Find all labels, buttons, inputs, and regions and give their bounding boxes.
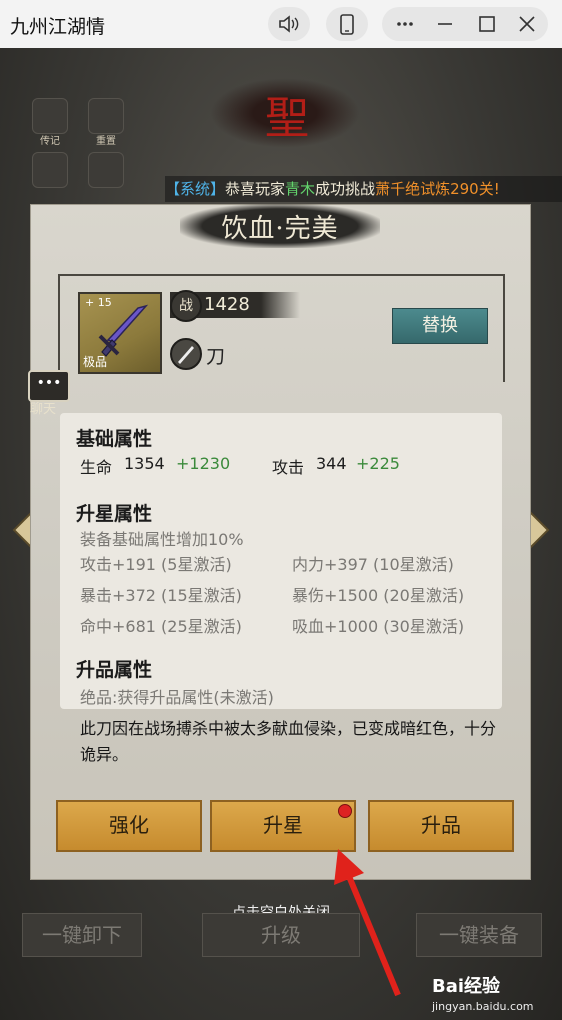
weapon-type: 刀 bbox=[206, 346, 226, 368]
battle-power-icon: 战 bbox=[170, 290, 202, 322]
phone-icon bbox=[340, 14, 354, 35]
star-row-2-left: 暴击+372 (15星激活) bbox=[80, 586, 242, 605]
atk-bonus: +225 bbox=[356, 454, 400, 473]
speaker-button[interactable] bbox=[268, 7, 310, 41]
annotation-arrow-icon bbox=[334, 849, 401, 997]
speaker-icon bbox=[279, 15, 299, 33]
equipment-panel: 饮血·完美 + 15 极品 战 1428 刀 替换 基础属性 生命 1354 +… bbox=[30, 204, 531, 880]
replace-button[interactable]: 替换 bbox=[392, 308, 488, 344]
maximize-icon[interactable] bbox=[470, 7, 504, 41]
star-row-3-left: 命中+681 (25星激活) bbox=[80, 617, 242, 636]
equip-all-button[interactable]: 一键装备 bbox=[416, 913, 542, 957]
reset-label: 重置 bbox=[96, 136, 116, 147]
close-icon[interactable] bbox=[510, 7, 544, 41]
more-icon[interactable] bbox=[388, 7, 422, 41]
watermark-url: jingyan.baidu.com bbox=[432, 1000, 534, 1013]
unequip-all-button[interactable]: 一键卸下 bbox=[22, 913, 142, 957]
seal-char: 聖 bbox=[265, 93, 309, 144]
star-up-label: 升星 bbox=[263, 813, 303, 837]
phone-mode-button[interactable] bbox=[326, 7, 368, 41]
star-row-3-right: 吸血+1000 (30星激活) bbox=[292, 617, 465, 636]
blade-type-icon bbox=[170, 338, 202, 370]
ticker-player: 青木 bbox=[285, 180, 316, 198]
battle-power-value: 1428 bbox=[204, 294, 250, 315]
ticker-text-2: 成功挑战 bbox=[315, 180, 376, 198]
hp-bonus: +1230 bbox=[176, 454, 231, 473]
hp-label: 生命 bbox=[80, 458, 113, 477]
weapon-slot[interactable]: + 15 极品 bbox=[78, 292, 162, 374]
item-grade: 极品 bbox=[83, 355, 108, 369]
ticker-highlight: 萧千绝试炼290关! bbox=[375, 180, 500, 198]
enhance-button[interactable]: 强化 bbox=[56, 800, 202, 852]
star-row-1-left: 攻击+191 (5星激活) bbox=[80, 555, 232, 574]
panel-title: 饮血·完美 bbox=[221, 214, 339, 244]
atk-label: 攻击 bbox=[272, 458, 305, 477]
window-titlebar: 九州江湖情 bbox=[0, 0, 562, 49]
window-controls bbox=[382, 7, 548, 41]
star-attr-heading: 升星属性 bbox=[76, 503, 153, 525]
system-ticker: 【系统】恭喜玩家青木成功挑战萧千绝试炼290关! bbox=[165, 176, 562, 202]
watermark-brand: Bai经验 bbox=[432, 976, 501, 997]
notification-dot bbox=[338, 804, 352, 818]
window-title: 九州江湖情 bbox=[10, 16, 106, 38]
reset-icon[interactable]: 重置 bbox=[88, 98, 124, 147]
star-note: 装备基础属性增加10% bbox=[80, 530, 244, 549]
base-attr-heading: 基础属性 bbox=[76, 428, 153, 450]
biography-icon[interactable]: 传记 bbox=[32, 98, 68, 147]
title-seal: 聖 bbox=[210, 78, 360, 148]
biography-label: 传记 bbox=[40, 136, 60, 147]
chat-label: 聊天 bbox=[30, 402, 57, 417]
grade-attr-heading: 升品属性 bbox=[76, 659, 153, 681]
hp-value: 1354 bbox=[124, 454, 165, 473]
blade-icon bbox=[178, 346, 194, 364]
menu-icon-3[interactable] bbox=[32, 152, 68, 188]
menu-icon-4[interactable] bbox=[88, 152, 124, 188]
ticker-tag: 【系统】 bbox=[165, 180, 226, 198]
grade-note: 绝品:获得升品属性(未激活) bbox=[80, 688, 274, 707]
chat-bubble-dots: ••• bbox=[36, 375, 62, 391]
ticker-text-1: 恭喜玩家 bbox=[225, 180, 286, 198]
item-description: 此刀因在战场搏杀中被太多献血侵染，已变成暗红色，十分诡异。 bbox=[80, 719, 497, 764]
item-enhance-level: + 15 bbox=[85, 296, 112, 309]
star-row-2-right: 暴伤+1500 (20星激活) bbox=[292, 586, 465, 605]
minimize-icon[interactable] bbox=[428, 7, 462, 41]
star-row-1-right: 内力+397 (10星激活) bbox=[292, 555, 454, 574]
atk-value: 344 bbox=[316, 454, 347, 473]
battle-power-icon-char: 战 bbox=[179, 298, 193, 314]
